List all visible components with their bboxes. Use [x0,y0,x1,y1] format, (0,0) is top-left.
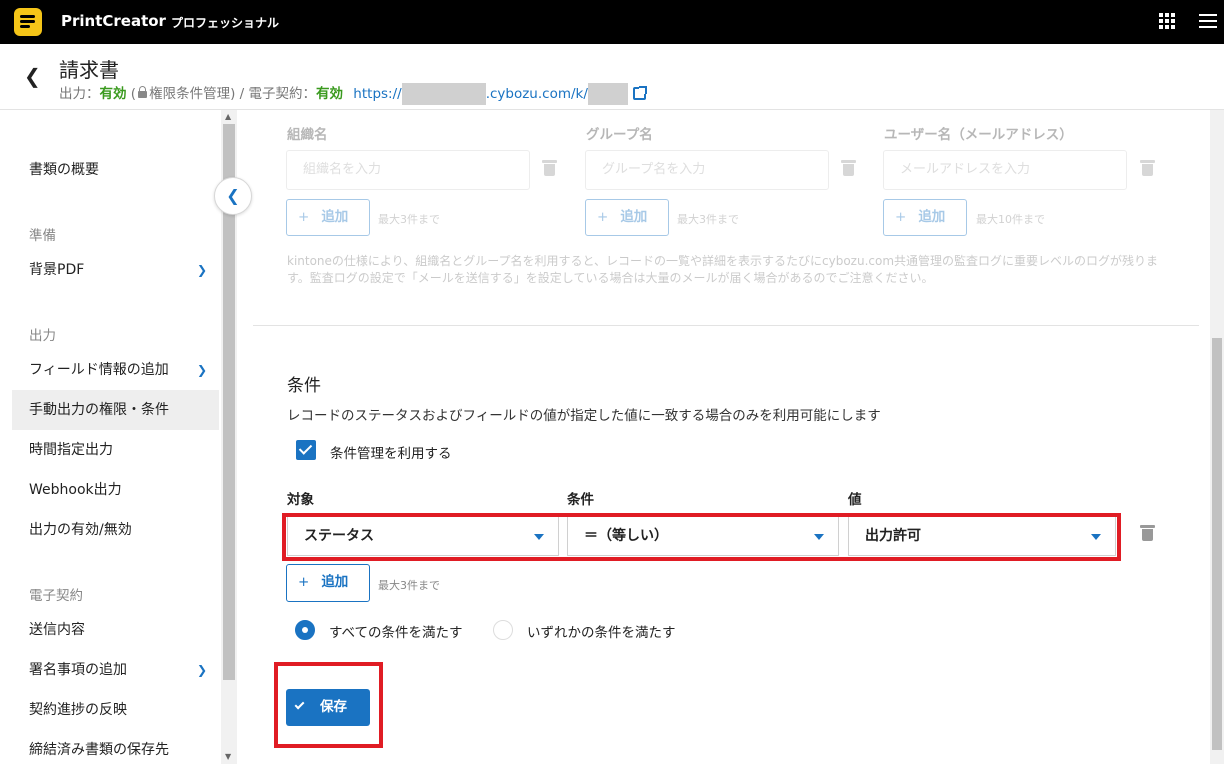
hamburger-menu-icon[interactable] [1199,14,1217,28]
edition-label: プロフェッショナル [171,16,280,30]
add-org-button[interactable]: + 追加 [286,199,370,236]
app-name: PrintCreator [61,12,166,30]
match-any-radio[interactable] [493,620,513,640]
top-bar: PrintCreator プロフェッショナル [0,0,1224,44]
sidebar-item-output-toggle[interactable]: 出力の有効/無効 [12,510,219,550]
printcreator-logo-icon[interactable] [14,8,42,36]
redacted-app-id [587,83,628,105]
audit-log-note: kintoneの仕様により、組織名とグループ名を利用すると、レコードの一覧や詳細… [287,254,1159,285]
add-label: 追加 [918,209,946,225]
user-email-input[interactable]: メールアドレスを入力 [883,150,1127,190]
sidebar-item-label: 手動出力の権限・条件 [29,402,169,418]
group-input[interactable]: グループ名を入力 [585,150,829,190]
sidebar-item-label: フィールド情報の追加 [29,362,169,378]
permission-note: 権限条件管理) [149,86,236,102]
esign-status: 有効 [316,86,343,102]
add-label: 追加 [321,209,349,225]
condition-row-highlight [282,513,1121,561]
output-label: 出力： [59,86,100,102]
sidebar-item-overview[interactable]: 書類の概要 [12,150,219,190]
section-divider [253,325,1199,326]
sidebar-section-esign: 電子契約 [29,588,83,604]
checkmark-icon [294,699,305,710]
conditions-title: 条件 [287,376,321,396]
url-domain: .cybozu.com/k/ [485,86,588,102]
column-header-condition: 条件 [567,492,594,508]
redacted-subdomain [401,83,486,105]
match-any-label: いずれかの条件を満たす [527,625,676,641]
save-button[interactable]: 保存 [286,689,370,726]
output-status: 有効 [99,86,127,102]
sidebar-item-label: Webhook出力 [29,482,122,498]
group-limit: 最大3件まで [677,213,739,226]
lock-icon [138,86,148,98]
scroll-up-arrow-icon[interactable]: ▲ [225,112,231,121]
user-label: ユーザー名（メールアドレス） [884,127,1073,143]
url-prefix: https:// [353,86,402,102]
trash-icon[interactable] [1140,160,1155,176]
user-limit: 最大10件まで [976,213,1045,226]
group-label: グループ名 [586,127,653,143]
column-header-target: 対象 [287,492,314,508]
trash-icon[interactable] [1140,525,1155,541]
app-grid-icon[interactable] [1159,13,1175,29]
sidebar-item-scheduled-output[interactable]: 時間指定出力 [12,430,219,470]
collapse-sidebar-button[interactable]: ❮ [214,177,252,215]
sidebar-item-signed-doc-storage[interactable]: 締結済み書類の保存先 [12,730,219,770]
chevron-right-icon: ❯ [196,663,207,677]
chevron-right-icon: ❯ [196,263,207,277]
match-all-label: すべての条件を満たす [329,625,463,641]
use-conditions-checkbox[interactable] [296,440,316,460]
sidebar-section-output: 出力 [29,328,56,344]
sidebar-item-manual-output-permissions[interactable]: 手動出力の権限・条件 [12,390,219,430]
back-chevron-icon[interactable]: ❮ [24,64,41,88]
add-group-button[interactable]: + 追加 [585,199,669,236]
sidebar-item-field-info[interactable]: フィールド情報の追加 ❯ [12,350,219,390]
external-link-icon[interactable] [632,86,647,100]
sidebar-item-label: 締結済み書類の保存先 [29,742,169,758]
sidebar-item-background-pdf[interactable]: 背景PDF ❯ [12,250,219,290]
sidebar-item-label: 送信内容 [29,622,85,638]
org-label: 組織名 [287,127,328,143]
document-status-line: 出力：有効 (権限条件管理) / 電子契約：有効 https://.cybozu… [59,82,647,105]
app-url-link[interactable]: https:// .cybozu.com/k/ [353,83,628,105]
page-title: 請求書 [59,58,119,82]
sidebar-item-label: 書類の概要 [29,162,99,178]
condition-limit: 最大3件まで [378,579,440,592]
org-limit: 最大3件まで [378,213,440,226]
main-scrollbar-thumb[interactable] [1212,338,1222,750]
trash-icon[interactable] [841,160,856,176]
main-scrollbar[interactable] [1210,110,1224,764]
save-label: 保存 [320,699,347,715]
settings-sidebar: 書類の概要 準備 背景PDF ❯ 出力 フィールド情報の追加 ❯ 手動出力の権限・条… [0,110,237,764]
sidebar-section-preparation: 準備 [29,228,56,244]
scroll-down-arrow-icon[interactable]: ▼ [225,752,231,761]
add-label: 追加 [620,209,648,225]
document-header: ❮ 請求書 出力：有効 (権限条件管理) / 電子契約：有効 https://.… [0,44,1224,110]
org-input[interactable]: 組織名を入力 [286,150,530,190]
sidebar-item-label: 出力の有効/無効 [29,522,132,538]
conditions-description: レコードのステータスおよびフィールドの値が指定した値に一致する場合のみを利用可能… [287,408,881,424]
use-conditions-label: 条件管理を利用する [330,446,452,462]
sidebar-item-label: 契約進捗の反映 [29,702,127,718]
sidebar-item-send-content[interactable]: 送信内容 [12,610,219,650]
add-label: 追加 [321,574,349,590]
chevron-right-icon: ❯ [196,363,207,377]
sidebar-item-contract-progress[interactable]: 契約進捗の反映 [12,690,219,730]
paren-open: ( [130,86,137,102]
sidebar-item-label: 署名事項の追加 [29,662,127,678]
match-all-radio[interactable] [295,620,315,640]
add-user-button[interactable]: + 追加 [883,199,967,236]
trash-icon[interactable] [542,160,557,176]
sidebar-item-webhook-output[interactable]: Webhook出力 [12,470,219,510]
column-header-value: 値 [848,492,862,508]
sidebar-item-label: 時間指定出力 [29,442,113,458]
sidebar-item-label: 背景PDF [29,262,85,278]
add-condition-button[interactable]: + 追加 [286,564,370,602]
sidebar-item-signature-fields[interactable]: 署名事項の追加 ❯ [12,650,219,690]
esign-label: / 電子契約： [235,86,316,102]
